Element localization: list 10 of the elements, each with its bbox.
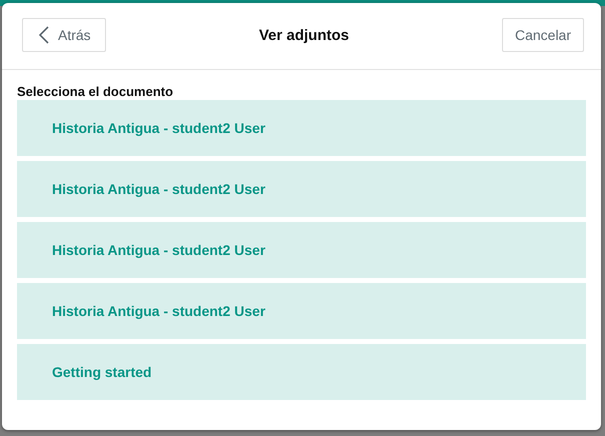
back-button[interactable]: Atrás	[22, 18, 106, 52]
document-item[interactable]: Historia Antigua - student2 User	[17, 283, 586, 339]
dialog-title: Ver adjuntos	[258, 26, 349, 44]
chevron-left-icon	[39, 26, 49, 44]
document-item[interactable]: Historia Antigua - student2 User	[17, 161, 586, 217]
document-item[interactable]: Historia Antigua - student2 User	[17, 100, 586, 156]
document-item[interactable]: Getting started	[17, 344, 586, 400]
document-item[interactable]: Historia Antigua - student2 User	[17, 222, 586, 278]
section-label: Selecciona el documento	[17, 84, 174, 100]
cancel-button[interactable]: Cancelar	[502, 18, 584, 52]
